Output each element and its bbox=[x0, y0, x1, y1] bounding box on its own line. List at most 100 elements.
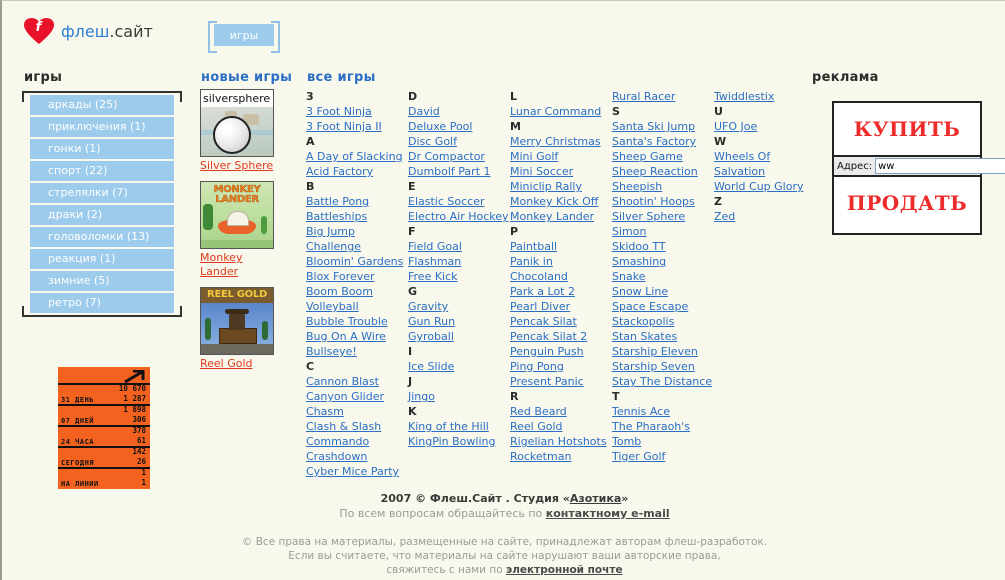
game-link[interactable]: Paintball bbox=[510, 239, 612, 254]
game-link[interactable]: Tiger Golf bbox=[612, 449, 714, 464]
game-link[interactable]: Battle Pong bbox=[306, 194, 408, 209]
game-link[interactable]: Park a Lot 2 bbox=[510, 284, 612, 299]
game-link[interactable]: Sheep Reaction bbox=[612, 164, 714, 179]
game-link[interactable]: Cannon Blast bbox=[306, 374, 408, 389]
new-game-link-monkey-lander[interactable]: Monkey Lander bbox=[200, 251, 282, 279]
game-link[interactable]: Twiddlestix bbox=[714, 89, 814, 104]
game-link[interactable]: Dr Compactor bbox=[408, 149, 510, 164]
new-game-link-silver-sphere[interactable]: Silver Sphere bbox=[200, 159, 282, 173]
game-link[interactable]: David bbox=[408, 104, 510, 119]
sidebar-item-fighting[interactable]: драки (2) bbox=[30, 205, 174, 225]
game-link[interactable]: Simon bbox=[612, 224, 714, 239]
game-link[interactable]: Deluxe Pool bbox=[408, 119, 510, 134]
game-link[interactable]: Monkey Kick Off bbox=[510, 194, 612, 209]
game-link[interactable]: Big Jump Challenge bbox=[306, 224, 408, 254]
game-link[interactable]: Stay The Distance bbox=[612, 374, 714, 389]
game-link[interactable]: Reel Gold bbox=[510, 419, 612, 434]
game-link[interactable]: Jingo bbox=[408, 389, 510, 404]
game-link[interactable]: Miniclip Rally bbox=[510, 179, 612, 194]
game-link[interactable]: Mini Soccer bbox=[510, 164, 612, 179]
game-link[interactable]: Sheep Game bbox=[612, 149, 714, 164]
game-link[interactable]: Monkey Lander bbox=[510, 209, 612, 224]
game-link[interactable]: Gyroball bbox=[408, 329, 510, 344]
tab-games[interactable]: игры bbox=[214, 24, 274, 46]
game-link[interactable]: Gravity bbox=[408, 299, 510, 314]
footer-studio-link[interactable]: Азотика bbox=[570, 492, 621, 505]
game-link[interactable]: Disc Golf bbox=[408, 134, 510, 149]
game-link[interactable]: Stan Skates bbox=[612, 329, 714, 344]
game-link[interactable]: Free Kick bbox=[408, 269, 510, 284]
game-link[interactable]: UFO Joe bbox=[714, 119, 814, 134]
game-link[interactable]: Santa Ski Jump bbox=[612, 119, 714, 134]
game-link[interactable]: KingPin Bowling bbox=[408, 434, 510, 449]
game-link[interactable]: Pearl Diver bbox=[510, 299, 612, 314]
game-link[interactable]: Dumbolf Part 1 bbox=[408, 164, 510, 179]
game-link[interactable]: Panik in Chocoland bbox=[510, 254, 612, 284]
game-link[interactable]: Skidoo TT bbox=[612, 239, 714, 254]
game-link[interactable]: Acid Factory bbox=[306, 164, 408, 179]
game-link[interactable]: Stackopolis bbox=[612, 314, 714, 329]
game-link[interactable]: Bloomin' Gardens bbox=[306, 254, 408, 269]
game-link[interactable]: Rural Racer bbox=[612, 89, 714, 104]
new-game-link-reel-gold[interactable]: Reel Gold bbox=[200, 357, 282, 371]
sidebar-item-shooters[interactable]: стрелялки (7) bbox=[30, 183, 174, 203]
game-link[interactable]: Bubble Trouble bbox=[306, 314, 408, 329]
game-link[interactable]: Field Goal bbox=[408, 239, 510, 254]
game-link[interactable]: Wheels Of Salvation bbox=[714, 149, 814, 179]
game-link[interactable]: Rocketman bbox=[510, 449, 612, 464]
game-link[interactable]: 3 Foot Ninja II bbox=[306, 119, 408, 134]
game-link[interactable]: Canyon Glider bbox=[306, 389, 408, 404]
game-link[interactable]: Sheepish bbox=[612, 179, 714, 194]
game-link[interactable]: Bug On A Wire bbox=[306, 329, 408, 344]
game-link[interactable]: Gun Run bbox=[408, 314, 510, 329]
game-link[interactable]: Smashing bbox=[612, 254, 714, 269]
game-link[interactable]: Shootin' Hoops bbox=[612, 194, 714, 209]
sidebar-item-arcade[interactable]: аркады (25) bbox=[30, 95, 174, 115]
sidebar-item-sport[interactable]: спорт (22) bbox=[30, 161, 174, 181]
game-link[interactable]: Silver Sphere bbox=[612, 209, 714, 224]
ad-banner[interactable]: КУПИТЬ Адрес: ПРОДАТЬ bbox=[832, 101, 1005, 235]
game-link[interactable]: Snake bbox=[612, 269, 714, 284]
game-link[interactable]: Zed bbox=[714, 209, 814, 224]
game-link[interactable]: Chasm bbox=[306, 404, 408, 419]
game-link[interactable]: Merry Christmas bbox=[510, 134, 612, 149]
game-link[interactable]: A Day of Slacking bbox=[306, 149, 408, 164]
game-link[interactable]: Clash & Slash bbox=[306, 419, 408, 434]
game-link[interactable]: Cyber Mice Party bbox=[306, 464, 408, 479]
game-link[interactable]: Ping Pong bbox=[510, 359, 612, 374]
game-link[interactable]: Snow Line bbox=[612, 284, 714, 299]
game-link[interactable]: Starship Seven bbox=[612, 359, 714, 374]
thumbnail-reel-gold[interactable]: REEL GOLD bbox=[200, 287, 274, 355]
game-link[interactable]: Bullseye! bbox=[306, 344, 408, 359]
game-link[interactable]: King of the Hill bbox=[408, 419, 510, 434]
game-link[interactable]: Flashman bbox=[408, 254, 510, 269]
game-link[interactable]: Pencak Silat 2 bbox=[510, 329, 612, 344]
game-link[interactable]: 3 Foot Ninja bbox=[306, 104, 408, 119]
footer-legal-email-link[interactable]: электронной почте bbox=[506, 564, 623, 576]
game-link[interactable]: Ice Slide bbox=[408, 359, 510, 374]
sidebar-item-puzzles[interactable]: головоломки (13) bbox=[30, 227, 174, 247]
game-link[interactable]: Blox Forever bbox=[306, 269, 408, 284]
game-link[interactable]: Rigelian Hotshots bbox=[510, 434, 612, 449]
footer-email-link[interactable]: контактному e-mail bbox=[546, 507, 670, 520]
game-link[interactable]: Starship Eleven bbox=[612, 344, 714, 359]
game-link[interactable]: Battleships bbox=[306, 209, 408, 224]
game-link[interactable]: Tennis Ace bbox=[612, 404, 714, 419]
game-link[interactable]: Lunar Command bbox=[510, 104, 612, 119]
game-link[interactable]: The Pharaoh's Tomb bbox=[612, 419, 714, 449]
game-link[interactable]: Santa's Factory bbox=[612, 134, 714, 149]
sidebar-item-retro[interactable]: ретро (7) bbox=[30, 293, 174, 313]
game-link[interactable]: Mini Golf bbox=[510, 149, 612, 164]
game-link[interactable]: Penguin Push bbox=[510, 344, 612, 359]
game-link[interactable]: Space Escape bbox=[612, 299, 714, 314]
ad-address-input[interactable] bbox=[875, 158, 1005, 174]
game-link[interactable]: Electro Air Hockey bbox=[408, 209, 510, 224]
game-link[interactable]: Commando bbox=[306, 434, 408, 449]
game-link[interactable]: Elastic Soccer bbox=[408, 194, 510, 209]
game-link[interactable]: Crashdown bbox=[306, 449, 408, 464]
game-link[interactable]: Present Panic bbox=[510, 374, 612, 389]
sidebar-item-reaction[interactable]: реакция (1) bbox=[30, 249, 174, 269]
visitor-counter[interactable]: 31 ДЕНЬ 10 670 1 287 07 ДНЕЙ 1 898 306 2… bbox=[58, 367, 150, 489]
game-link[interactable]: Boom Boom Volleyball bbox=[306, 284, 408, 314]
sidebar-item-adventure[interactable]: приключения (1) bbox=[30, 117, 174, 137]
